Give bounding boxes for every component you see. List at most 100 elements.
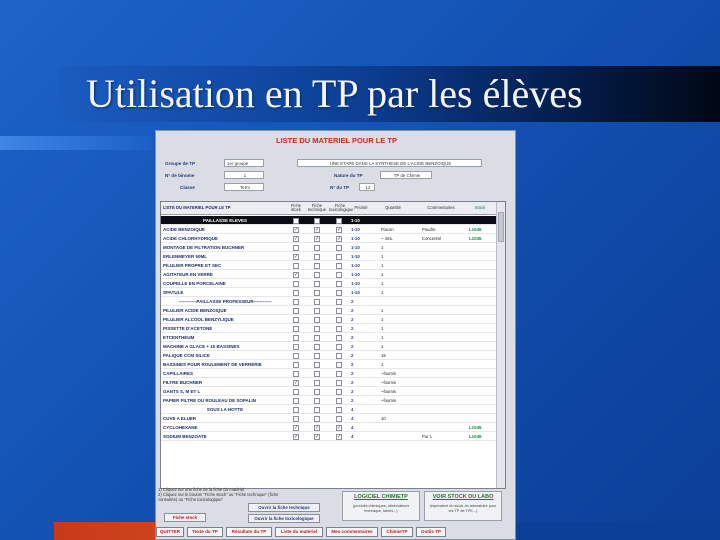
stock-cell[interactable]	[469, 325, 495, 332]
tp-text-button[interactable]: Texte du TP	[187, 527, 223, 537]
fiche-stock-checkbox[interactable]	[293, 326, 299, 332]
quantity-cell[interactable]: 1	[381, 253, 407, 260]
quantity-cell[interactable]: 1	[381, 361, 407, 368]
fiche-toxicologique-checkbox[interactable]	[336, 398, 342, 404]
scrollbar-thumb[interactable]	[498, 212, 504, 242]
chimietp-link[interactable]: LOGICIEL CHIMIETP	[343, 494, 419, 500]
fiche-technique-checkbox[interactable]: ✓	[314, 227, 320, 233]
fiche-technique-checkbox[interactable]: ✓	[314, 425, 320, 431]
quantity-cell[interactable]: ~fournis	[381, 370, 407, 377]
comment-cell[interactable]: Poudre	[422, 226, 462, 233]
fiche-stock-checkbox[interactable]: ✓	[293, 434, 299, 440]
fiche-toxicologique-checkbox[interactable]	[336, 326, 342, 332]
quantity-cell[interactable]: Flacon	[381, 226, 407, 233]
fiche-stock-checkbox[interactable]	[293, 398, 299, 404]
fiche-technique-checkbox[interactable]	[314, 299, 320, 305]
comment-cell[interactable]	[422, 424, 462, 431]
quantity-cell[interactable]: 1	[381, 280, 407, 287]
open-toxicology-sheet-button[interactable]: Ouvrir la fiche toxicologique	[248, 514, 320, 523]
fiche-stock-checkbox[interactable]: ✓	[293, 227, 299, 233]
comment-cell[interactable]	[422, 316, 462, 323]
fiche-toxicologique-checkbox[interactable]	[336, 218, 342, 224]
comment-cell[interactable]	[422, 325, 462, 332]
quantity-cell[interactable]: 10	[381, 415, 407, 422]
fiche-technique-checkbox[interactable]	[314, 290, 320, 296]
fiche-technique-checkbox[interactable]	[314, 371, 320, 377]
fiche-toxicologique-checkbox[interactable]	[336, 263, 342, 269]
lab-stock-panel[interactable]: VOIR STOCK DU LABO (équivalent du stock …	[424, 491, 502, 521]
comment-cell[interactable]	[422, 289, 462, 296]
table-row[interactable]: MACHINE A GLACE + 10 BASSINES 2 1	[161, 342, 497, 351]
fiche-technique-checkbox[interactable]: ✓	[314, 434, 320, 440]
fiche-technique-checkbox[interactable]	[314, 218, 320, 224]
quantity-cell[interactable]	[381, 217, 407, 224]
stock-cell[interactable]	[469, 262, 495, 269]
comment-cell[interactable]	[422, 280, 462, 287]
fiche-stock-checkbox[interactable]	[293, 416, 299, 422]
table-row[interactable]: AGITATEUR EN VERRE ✓ 1-10 1	[161, 270, 497, 279]
nature-field[interactable]: TP de Chimie	[380, 171, 432, 179]
quantity-cell[interactable]: 1	[381, 316, 407, 323]
comment-cell[interactable]	[422, 271, 462, 278]
fiche-stock-checkbox[interactable]	[293, 263, 299, 269]
table-row[interactable]: BASSINES POUR ROULEMENT DE VERRERIE 2 1	[161, 360, 497, 369]
quantity-cell[interactable]: 1	[381, 307, 407, 314]
comment-cell[interactable]	[422, 217, 462, 224]
fiche-stock-checkbox[interactable]	[293, 308, 299, 314]
fiche-technique-checkbox[interactable]	[314, 335, 320, 341]
comment-cell[interactable]	[422, 379, 462, 386]
fiche-technique-checkbox[interactable]	[314, 254, 320, 260]
stock-cell[interactable]	[469, 379, 495, 386]
stock-cell[interactable]	[469, 352, 495, 359]
fiche-stock-checkbox[interactable]: ✓	[293, 272, 299, 278]
stock-cell[interactable]	[469, 253, 495, 260]
fiche-technique-checkbox[interactable]	[314, 353, 320, 359]
open-technical-sheet-button[interactable]: Ouvrir la fiche technique	[248, 503, 320, 512]
table-row[interactable]: MONTAGE DE FILTRATION BUCHNER 1-10 1	[161, 243, 497, 252]
tp-tools-button[interactable]: Outils TP	[416, 527, 446, 537]
fiche-technique-checkbox[interactable]: ✓	[314, 236, 320, 242]
table-row[interactable]: ACIDE BENZOIQUE ✓ ✓ ✓ 1-10 Flacon Poudre L1045	[161, 225, 497, 234]
fiche-technique-checkbox[interactable]	[314, 416, 320, 422]
table-row[interactable]: FILTRE BUCHNER ✓ 2 ~fournis	[161, 378, 497, 387]
quantity-cell[interactable]: ~fournis	[381, 397, 407, 404]
classe-field[interactable]: Term	[224, 183, 264, 191]
fiche-toxicologique-checkbox[interactable]	[336, 416, 342, 422]
fiche-toxicologique-checkbox[interactable]	[336, 308, 342, 314]
fiche-stock-checkbox[interactable]: ✓	[293, 254, 299, 260]
chimietp-panel[interactable]: LOGICIEL CHIMIETP (produits chimiques, o…	[342, 491, 420, 521]
table-row[interactable]: ETCENTHEUM 2 1	[161, 333, 497, 342]
fiche-stock-checkbox[interactable]	[293, 245, 299, 251]
stock-cell[interactable]	[469, 217, 495, 224]
fiche-toxicologique-checkbox[interactable]	[336, 371, 342, 377]
table-row[interactable]: ------------PAILLASSE PROFESSEUR--------…	[161, 297, 497, 306]
fiche-stock-checkbox[interactable]: ✓	[293, 380, 299, 386]
material-list-button[interactable]: Liste du matériel	[275, 527, 323, 537]
fiche-stock-checkbox[interactable]	[293, 389, 299, 395]
stock-cell[interactable]	[469, 244, 495, 251]
stock-cell[interactable]: L1045	[469, 226, 495, 233]
fiche-technique-checkbox[interactable]	[314, 380, 320, 386]
quantity-cell[interactable]	[381, 298, 407, 305]
stock-cell[interactable]	[469, 388, 495, 395]
stock-cell[interactable]	[469, 334, 495, 341]
fiche-technique-checkbox[interactable]	[314, 407, 320, 413]
table-row[interactable]: PALIQUE CCM SILICE 2 15	[161, 351, 497, 360]
fiche-technique-checkbox[interactable]	[314, 263, 320, 269]
fiche-stock-checkbox[interactable]	[293, 281, 299, 287]
chimietp-button[interactable]: ChimieTP	[381, 527, 413, 537]
comment-cell[interactable]	[422, 307, 462, 314]
comment-cell[interactable]	[422, 343, 462, 350]
table-row[interactable]: PAPIER FILTRE OU ROULEAU DE SOPALIN 2 ~fou…	[161, 396, 497, 405]
quantity-cell[interactable]: 1	[381, 262, 407, 269]
table-row[interactable]: SPATULE 1-10 1	[161, 288, 497, 297]
table-row[interactable]: SODIUM BENZOATE ✓ ✓ ✓ 4 Pur L L1045	[161, 432, 497, 441]
fiche-stock-checkbox[interactable]: ✓	[293, 236, 299, 242]
fiche-toxicologique-checkbox[interactable]	[336, 299, 342, 305]
table-row[interactable]: PILULIER PROPRE ET SEC 1-10 1	[161, 261, 497, 270]
lab-stock-link[interactable]: VOIR STOCK DU LABO	[425, 494, 501, 500]
table-row[interactable]: ERLENMEYER 50ML ✓ 1-10 1	[161, 252, 497, 261]
quantity-cell[interactable]	[381, 433, 407, 440]
quantity-cell[interactable]: 1	[381, 325, 407, 332]
table-row[interactable]: PILULIER ACIDE BENZOIQUE 2 1	[161, 306, 497, 315]
